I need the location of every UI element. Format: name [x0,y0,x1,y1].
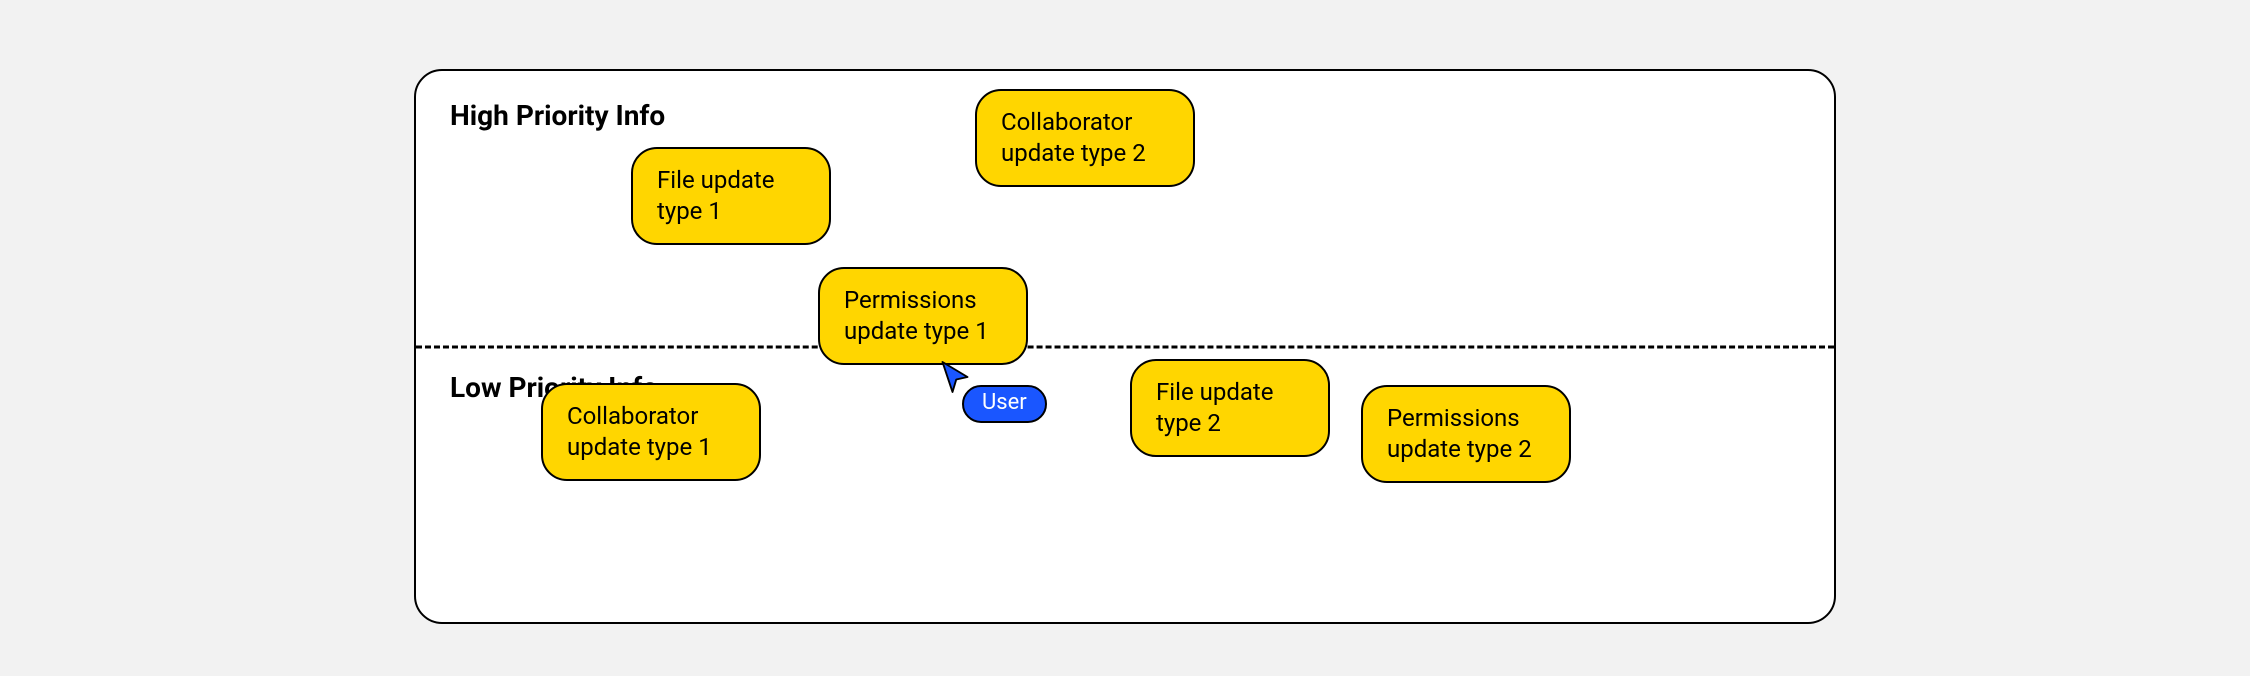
high-priority-label: High Priority Info [450,99,665,132]
user-cursor-label: User [962,385,1047,423]
diagram-stage: High Priority Info Low Priority Info Fil… [0,0,2250,676]
cursor-icon [940,359,970,395]
priority-panel: High Priority Info Low Priority Info Fil… [414,69,1836,624]
chip-collaborator-update-1[interactable]: Collaborator update type 1 [541,383,761,481]
chip-file-update-1[interactable]: File update type 1 [631,147,831,245]
chip-collaborator-update-2[interactable]: Collaborator update type 2 [975,89,1195,187]
chip-file-update-2[interactable]: File update type 2 [1130,359,1330,457]
chip-permissions-update-1[interactable]: Permissions update type 1 [818,267,1028,365]
chip-permissions-update-2[interactable]: Permissions update type 2 [1361,385,1571,483]
priority-divider [416,345,1834,348]
user-cursor[interactable]: User [940,359,1080,449]
